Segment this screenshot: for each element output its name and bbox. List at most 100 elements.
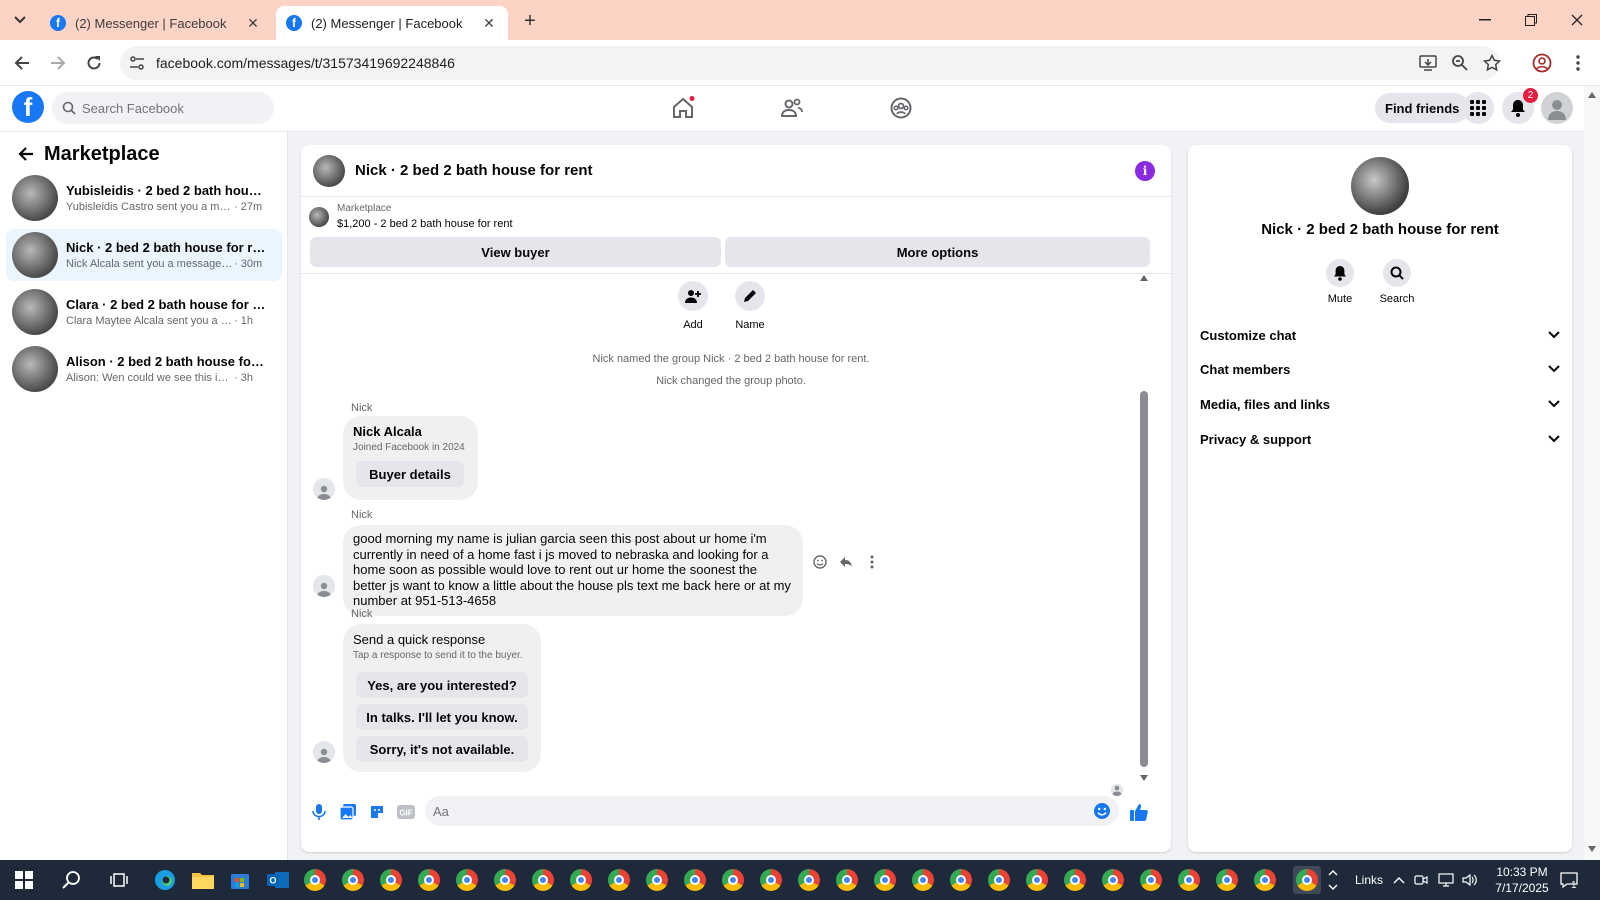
browser-menu-icon[interactable] [1566,51,1590,75]
forward-icon[interactable] [44,49,72,77]
notifications-bell-icon[interactable]: 2 [1502,88,1538,124]
chat-title[interactable]: Nick · 2 bed 2 bath house for rent [355,162,593,179]
groups-nav-icon[interactable] [881,92,921,124]
action-center-icon[interactable]: 1 [1560,860,1578,900]
view-buyer-button[interactable]: View buyer [310,237,721,267]
more-options-button[interactable]: More options [725,237,1150,267]
chrome-profile-window-icon[interactable] [681,866,709,894]
microphone-icon[interactable] [307,800,331,824]
bookmark-star-icon[interactable] [1480,51,1504,75]
chrome-profile-window-icon[interactable] [757,866,785,894]
chrome-profile-window-icon[interactable] [1023,866,1051,894]
browser-tab-1[interactable]: f (2) Messenger | Facebook ✕ [40,6,272,40]
facebook-search[interactable] [52,92,274,124]
taskbar-overflow-scroll[interactable] [1328,860,1338,900]
file-explorer-icon[interactable] [189,866,217,894]
chrome-profile-window-icon[interactable] [1175,866,1203,894]
chrome-profile-window-icon[interactable] [567,866,595,894]
network-icon[interactable] [1438,860,1454,900]
task-view-icon[interactable] [105,866,133,894]
tab-search-chevron-icon[interactable] [8,8,32,32]
new-tab-button[interactable]: + [518,9,542,33]
conversation-item-clara[interactable]: Clara · 2 bed 2 bath house for rent Clar… [6,286,282,338]
page-scrollbar[interactable] [1584,86,1600,860]
conversation-item-alison[interactable]: Alison · 2 bed 2 bath house for rent Ali… [6,343,282,395]
account-avatar[interactable] [1541,92,1573,124]
taskbar-search-icon[interactable] [58,866,86,894]
restore-button[interactable] [1508,0,1554,40]
chrome-profile-window-icon[interactable] [491,866,519,894]
chrome-active-window-icon[interactable] [1293,866,1321,894]
back-icon[interactable] [8,49,36,77]
section-privacy-support[interactable]: Privacy & support [1200,423,1560,455]
group-avatar[interactable] [1351,157,1409,215]
quick-response-option[interactable]: Yes, are you interested? [356,672,528,698]
windows-start-icon[interactable] [10,866,38,894]
sticker-icon[interactable] [365,800,389,824]
section-media-files-links[interactable]: Media, files and links [1200,388,1560,420]
close-window-button[interactable] [1554,0,1600,40]
quick-response-option[interactable]: Sorry, it's not available. [356,736,528,762]
find-friends-button[interactable]: Find friends [1375,93,1470,123]
chrome-icon[interactable] [301,866,329,894]
chat-scrollbar[interactable] [1137,273,1151,783]
back-arrow-icon[interactable] [14,142,38,166]
site-settings-icon[interactable] [122,48,152,78]
info-icon[interactable]: i [1135,161,1155,181]
chrome-profile-window-icon[interactable] [871,866,899,894]
chrome-profile-window-icon[interactable] [415,866,443,894]
chrome-profile-window-icon[interactable] [377,866,405,894]
close-tab-icon[interactable]: ✕ [480,14,498,32]
edge-browser-icon[interactable] [151,866,179,894]
close-tab-icon[interactable]: ✕ [244,14,262,32]
friends-nav-icon[interactable] [772,92,812,124]
name-group-button[interactable]: Name [722,281,778,331]
links-toolbar[interactable]: Links [1355,860,1383,900]
section-customize-chat[interactable]: Customize chat [1200,319,1560,351]
chrome-profile-window-icon[interactable] [605,866,633,894]
home-nav-icon[interactable] [663,92,703,124]
chrome-profile-window-icon[interactable] [453,866,481,894]
like-thumbs-up-icon[interactable] [1127,800,1151,824]
section-chat-members[interactable]: Chat members [1200,353,1560,385]
microsoft-store-icon[interactable] [226,866,254,894]
photo-icon[interactable] [336,800,360,824]
message-input[interactable] [433,803,1073,819]
reload-icon[interactable] [80,49,108,77]
chrome-profile-window-icon[interactable] [1099,866,1127,894]
chrome-profile-window-icon[interactable] [985,866,1013,894]
chrome-profile-window-icon[interactable] [339,866,367,894]
chrome-profile-window-icon[interactable] [1061,866,1089,894]
chrome-profile-window-icon[interactable] [795,866,823,894]
address-bar[interactable]: facebook.com/messages/t/3157341969224884… [120,46,1500,80]
profile-icon[interactable] [1530,51,1554,75]
quick-response-option[interactable]: In talks. I'll let you know. [356,704,528,730]
facebook-logo-icon[interactable]: f [12,91,44,123]
chrome-profile-window-icon[interactable] [833,866,861,894]
browser-tab-2-active[interactable]: f (2) Messenger | Facebook ✕ [276,6,508,40]
chrome-profile-window-icon[interactable] [909,866,937,894]
chrome-profile-window-icon[interactable] [529,866,557,894]
chrome-profile-window-icon[interactable] [643,866,671,894]
chat-scrollbar-thumb[interactable] [1140,391,1148,767]
add-people-button[interactable]: Add [665,281,721,331]
chrome-profile-window-icon[interactable] [719,866,747,894]
conversation-item-yubisleidis[interactable]: Yubisleidis · 2 bed 2 bath house fo... Y… [6,172,282,224]
react-emoji-icon[interactable] [810,552,830,572]
volume-icon[interactable] [1462,860,1478,900]
zoom-icon[interactable] [1448,51,1472,75]
outlook-icon[interactable]: O [264,866,292,894]
chrome-profile-window-icon[interactable] [947,866,975,894]
chat-avatar[interactable] [313,154,345,187]
emoji-icon[interactable] [1093,802,1111,820]
mute-button[interactable]: Mute [1310,259,1370,305]
buyer-details-button[interactable]: Buyer details [356,461,464,487]
show-hidden-icons-chevron-icon[interactable] [1393,860,1405,900]
chrome-profile-window-icon[interactable] [1213,866,1241,894]
reply-icon[interactable] [836,552,856,572]
menu-grid-icon[interactable] [1462,92,1494,124]
meet-now-icon[interactable] [1414,860,1428,900]
conversation-item-nick[interactable]: Nick · 2 bed 2 bath house for rent Nick … [6,229,282,281]
install-app-icon[interactable] [1416,51,1440,75]
more-actions-icon[interactable] [862,552,882,572]
